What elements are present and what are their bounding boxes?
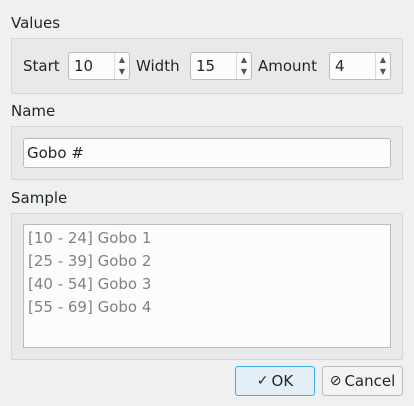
list-item: [40 - 54] Gobo 3 — [28, 275, 152, 293]
start-value: 10 — [74, 57, 94, 75]
cancel-button-label: Cancel — [344, 372, 396, 390]
chevron-down-icon[interactable]: ▼ — [239, 66, 249, 78]
start-spinbox[interactable]: 10 ▲ ▼ — [68, 52, 130, 80]
width-spinbox[interactable]: 15 ▲ ▼ — [190, 52, 252, 80]
name-input[interactable] — [27, 144, 382, 162]
list-item: [10 - 24] Gobo 1 — [28, 229, 152, 247]
name-section-label: Name — [11, 102, 56, 120]
list-item: [55 - 69] Gobo 4 — [28, 298, 152, 316]
start-spin-arrows: ▲ ▼ — [114, 53, 129, 79]
list-item: [25 - 39] Gobo 2 — [28, 252, 152, 270]
checkmark-icon: ✓ — [256, 373, 269, 389]
name-field[interactable] — [23, 138, 391, 168]
chevron-up-icon[interactable]: ▲ — [239, 54, 249, 66]
width-label: Width — [136, 57, 180, 75]
amount-spinbox[interactable]: 4 ▲ ▼ — [329, 52, 391, 80]
width-spin-arrows: ▲ ▼ — [236, 53, 251, 79]
amount-value: 4 — [335, 57, 345, 75]
cancel-button[interactable]: ⊘ Cancel — [322, 366, 403, 396]
width-value: 15 — [196, 57, 216, 75]
sample-list[interactable]: [10 - 24] Gobo 1 [25 - 39] Gobo 2 [40 - … — [23, 224, 391, 348]
chevron-down-icon[interactable]: ▼ — [117, 66, 127, 78]
chevron-up-icon[interactable]: ▲ — [117, 54, 127, 66]
ok-button-label: OK — [271, 372, 294, 390]
ok-button[interactable]: ✓ OK — [235, 366, 315, 396]
values-section-label: Values — [11, 14, 61, 32]
chevron-down-icon[interactable]: ▼ — [378, 66, 388, 78]
amount-spin-arrows: ▲ ▼ — [375, 53, 390, 79]
cancel-icon: ⊘ — [329, 373, 342, 389]
start-label: Start — [23, 57, 60, 75]
sample-section-label: Sample — [11, 189, 68, 207]
amount-label: Amount — [258, 57, 317, 75]
chevron-up-icon[interactable]: ▲ — [378, 54, 388, 66]
